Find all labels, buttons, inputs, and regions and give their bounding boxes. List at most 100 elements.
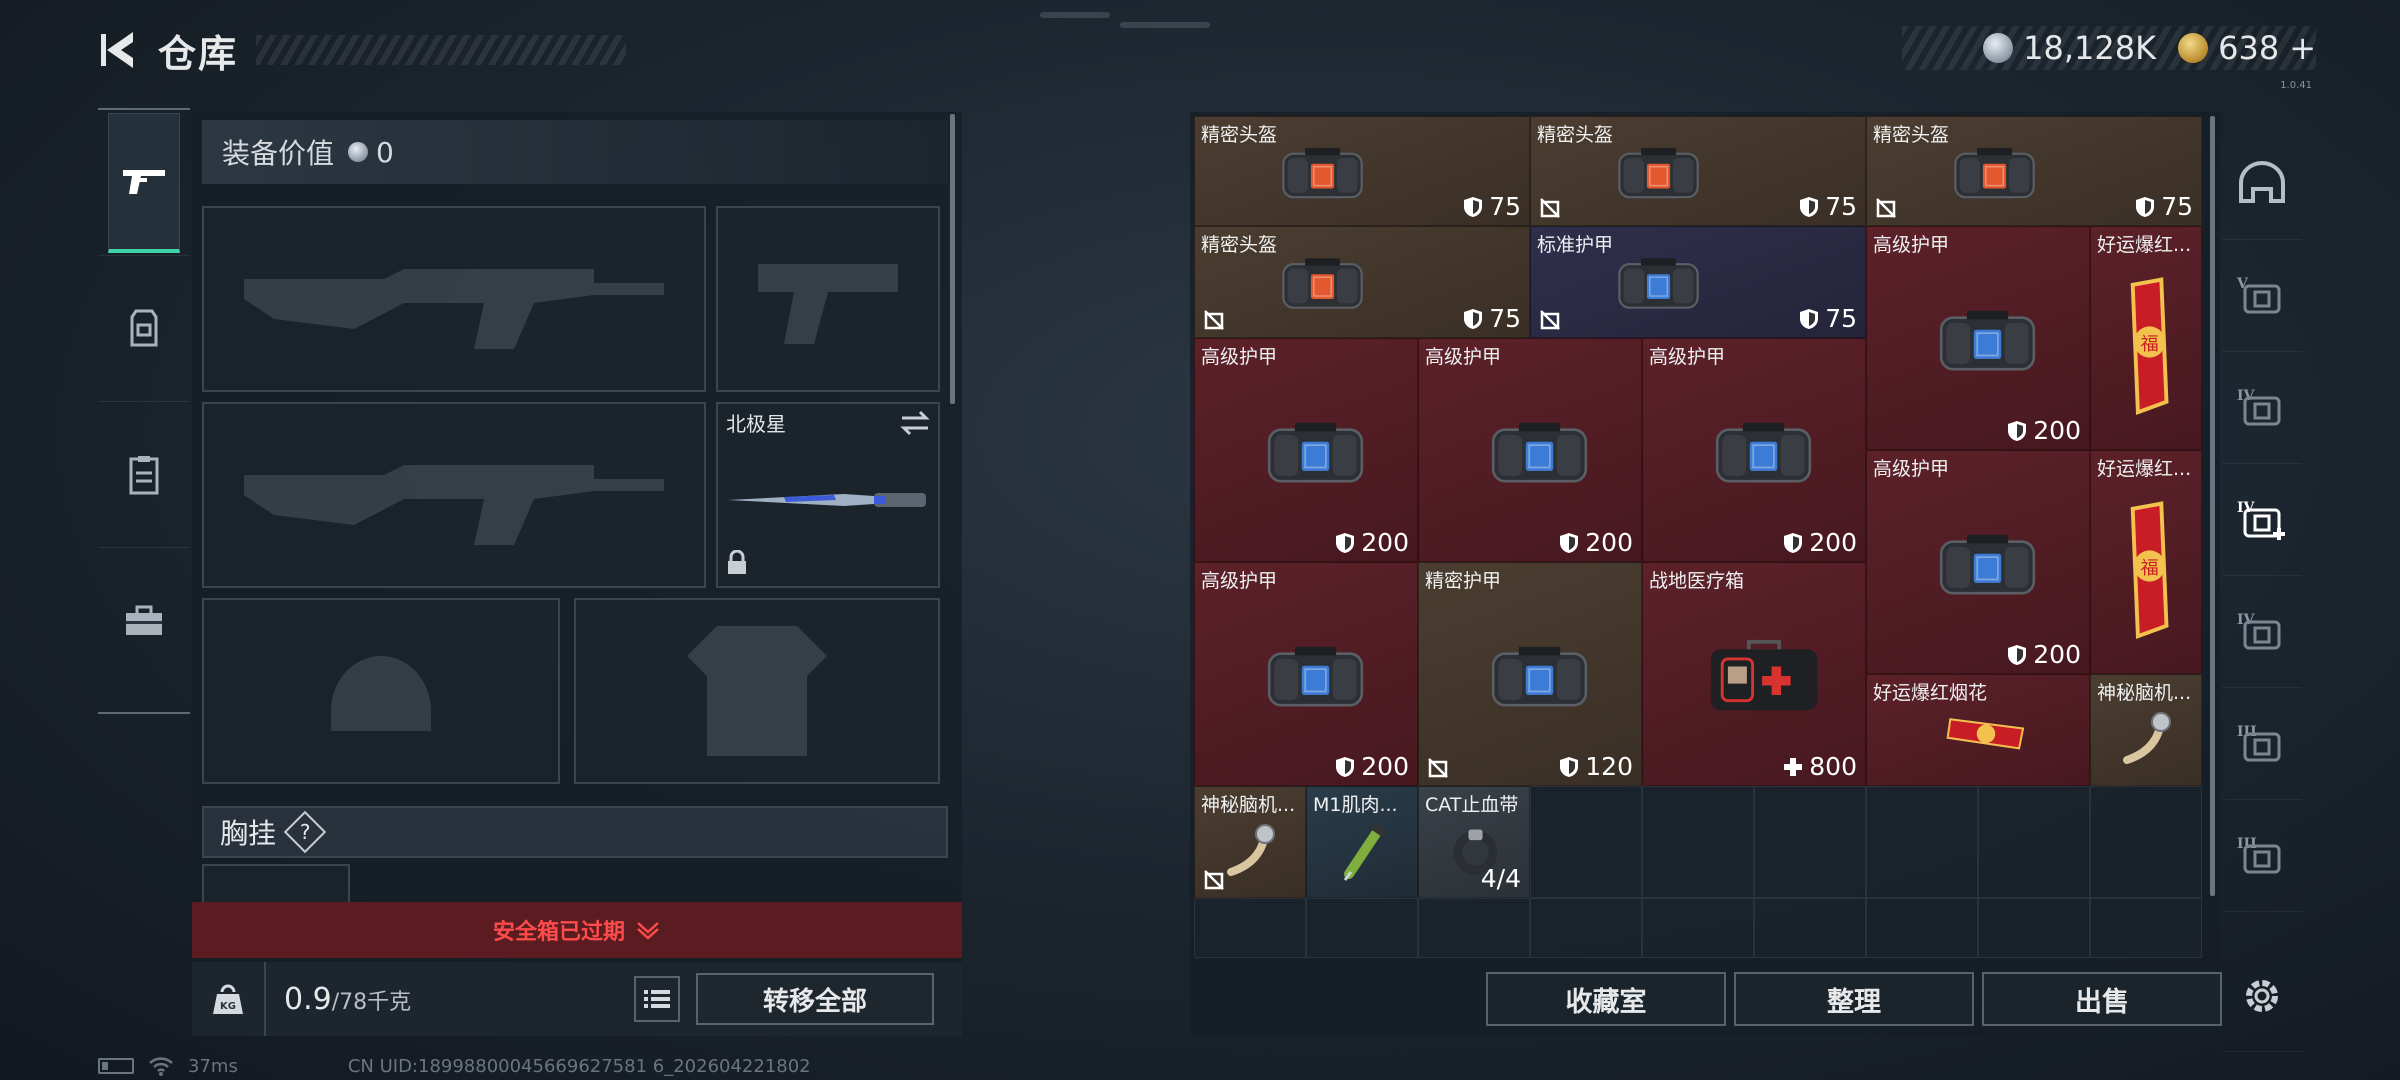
swap-icon[interactable] <box>900 410 930 440</box>
armor-iii-filter[interactable]: III <box>2222 688 2302 800</box>
helmet-icon <box>1598 121 1719 223</box>
durability-shield-icon <box>2136 196 2155 217</box>
armor-icon <box>1468 571 1611 781</box>
chest-rig-grid-slot[interactable] <box>202 864 350 904</box>
wifi-icon <box>149 1057 173 1076</box>
gold-coin-icon <box>2178 33 2209 63</box>
stash-item-value-text: 200 <box>1809 528 1857 557</box>
stash-item[interactable]: CAT止血带 4/4 <box>1418 786 1530 898</box>
empty-stash-slot[interactable] <box>1530 786 1642 898</box>
secondary-weapon-slot[interactable] <box>202 402 706 588</box>
stash-item[interactable]: 高级护甲 200 <box>1418 338 1642 562</box>
stash-item[interactable]: 高级护甲 200 <box>1194 338 1418 562</box>
armor-iv-b-filter[interactable]: IV <box>2222 576 2302 688</box>
stash-item-name: 高级护甲 <box>1873 458 1950 480</box>
loadout-scrollbar[interactable] <box>950 114 955 404</box>
stash-item[interactable]: 神秘脑机... <box>1194 786 1306 898</box>
safebox-expired-banner[interactable]: 安全箱已过期 <box>192 902 962 958</box>
helmet-slot-filter[interactable] <box>2222 128 2302 240</box>
rail-weapon[interactable] <box>98 110 190 256</box>
stash-item[interactable]: 福 好运爆红... <box>2090 450 2202 674</box>
armor-slot[interactable] <box>574 598 940 784</box>
sidearm-slot[interactable] <box>716 206 940 392</box>
implant-icon <box>2091 697 2201 783</box>
empty-stash-slot[interactable] <box>1866 898 1978 958</box>
weight-max: /78千克 <box>331 989 412 1015</box>
stash-item[interactable]: M1肌肉... <box>1306 786 1418 898</box>
stash-item[interactable]: 神秘脑机... <box>2090 674 2202 786</box>
page-title: 仓库 <box>158 31 239 76</box>
stash-item[interactable]: 标准护甲 75 <box>1530 226 1866 338</box>
medkit-iv-filter[interactable]: IV <box>2222 464 2302 576</box>
empty-stash-slot[interactable] <box>1866 786 1978 898</box>
empty-stash-slot[interactable] <box>2090 898 2202 958</box>
armor-icon <box>1468 347 1611 557</box>
loadout-footer: KG 0.9/78千克 转移全部 <box>192 962 962 1036</box>
stash-item[interactable]: 精密护甲 120 <box>1418 562 1642 786</box>
armor-icon <box>1916 235 2059 445</box>
armor-iii-b-filter[interactable]: III <box>2222 800 2302 912</box>
list-icon <box>644 990 670 1008</box>
stash-item-name: 精密头盔 <box>1201 124 1278 146</box>
settings-gear-filter[interactable] <box>2222 940 2302 1052</box>
no-drop-icon <box>1875 197 1897 219</box>
melee-slot[interactable]: 北极星 <box>716 402 940 588</box>
stash-item-value-text: 75 <box>1825 304 1857 333</box>
armor-tier-label: V <box>2236 276 2249 292</box>
rail-armor[interactable] <box>98 256 190 402</box>
stash-item[interactable]: 精密头盔 75 <box>1530 116 1866 226</box>
help-icon[interactable]: ? <box>283 810 327 854</box>
gold-currency[interactable]: 638 + <box>2178 29 2316 67</box>
list-view-button[interactable] <box>634 976 680 1022</box>
empty-stash-slot[interactable] <box>1978 786 2090 898</box>
stash-item[interactable]: 好运爆红烟花 <box>1866 674 2090 786</box>
empty-stash-slot[interactable] <box>1306 898 1418 958</box>
empty-stash-slot[interactable] <box>1754 786 1866 898</box>
empty-stash-slot[interactable] <box>1194 898 1306 958</box>
durability-shield-icon <box>1800 308 1819 329</box>
settings-gear-icon <box>2246 979 2278 1012</box>
stash-item-name: 精密护甲 <box>1425 570 1502 592</box>
rail-chest-rig[interactable] <box>98 402 190 548</box>
stash-item[interactable]: 高级护甲 200 <box>1866 226 2090 450</box>
empty-stash-slot[interactable] <box>1642 898 1754 958</box>
chest-rig-slot[interactable]: 胸挂 ? <box>202 806 948 858</box>
stash-item-value-text: 75 <box>1825 192 1857 221</box>
helmet-slot[interactable] <box>202 598 560 784</box>
chest-rig-label: 胸挂 <box>220 817 277 850</box>
stash-item-name: 高级护甲 <box>1201 346 1278 368</box>
stash-item[interactable]: 高级护甲 200 <box>1866 450 2090 674</box>
empty-stash-slot[interactable] <box>1754 898 1866 958</box>
add-gold-button[interactable]: + <box>2289 29 2316 67</box>
rifle-silhouette-icon <box>204 208 704 390</box>
stash-item[interactable]: 精密头盔 75 <box>1194 226 1530 338</box>
stash-item[interactable]: 高级护甲 200 <box>1194 562 1418 786</box>
stash-scrollbar[interactable] <box>2210 116 2215 896</box>
stash-item[interactable]: 高级护甲 200 <box>1642 338 1866 562</box>
silver-amount: 18,128K <box>2023 29 2157 67</box>
empty-stash-slot[interactable] <box>1418 898 1530 958</box>
sell-button[interactable]: 出售 <box>1982 972 2222 1026</box>
equipment-value-label: 装备价值 <box>222 137 335 170</box>
transfer-all-button[interactable]: 转移全部 <box>696 973 934 1025</box>
stash-item-name: 标准护甲 <box>1537 234 1614 256</box>
armor-iv-filter[interactable]: IV <box>2222 352 2302 464</box>
armor-v-filter[interactable]: V <box>2222 240 2302 352</box>
stash-item-value-text: 75 <box>2161 192 2193 221</box>
uid-text: CN UID:18998800045669627581 6_2026042218… <box>347 1055 811 1077</box>
empty-stash-slot[interactable] <box>1642 786 1754 898</box>
primary-weapon-slot[interactable] <box>202 206 706 392</box>
stash-item[interactable]: 精密头盔 75 <box>1194 116 1530 226</box>
empty-stash-slot[interactable] <box>1530 898 1642 958</box>
stash-item[interactable]: 福 好运爆红... <box>2090 226 2202 450</box>
back-arrow-icon[interactable] <box>96 25 142 75</box>
empty-stash-slot[interactable] <box>2090 786 2202 898</box>
empty-stash-slot[interactable] <box>1978 898 2090 958</box>
rail-briefcase[interactable] <box>98 548 190 694</box>
organize-button[interactable]: 整理 <box>1734 972 1974 1026</box>
stash-item[interactable]: 精密头盔 75 <box>1866 116 2202 226</box>
loadout-panel: 装备价值 0 北极星 胸挂 ? 安全箱已过期 KG 0.9/78千克 转移全部 <box>192 112 962 1036</box>
collection-room-button[interactable]: 收藏室 <box>1486 972 1726 1026</box>
silver-currency[interactable]: 18,128K <box>1983 29 2156 67</box>
stash-item[interactable]: 战地医疗箱 800 <box>1642 562 1866 786</box>
